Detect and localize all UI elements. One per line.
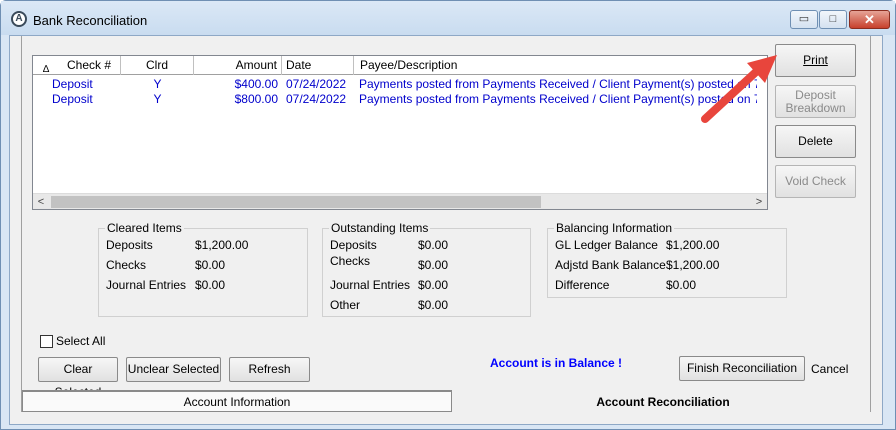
balance-status-text: Account is in Balance !	[490, 356, 623, 370]
title-bar: A Bank Reconciliation ▭ □ ✕	[1, 1, 895, 35]
row-cleared: Y	[153, 77, 162, 91]
deposit-breakdown-button[interactable]: Deposit Breakdown	[775, 85, 856, 118]
cleared-items-group: Cleared Items Deposits $1,200.00 Checks …	[98, 221, 308, 317]
table-row[interactable]: Deposit Y $800.00 07/24/2022 Payments po…	[33, 91, 767, 107]
window-title: Bank Reconciliation	[33, 13, 148, 28]
column-check-number-label: Check #	[67, 58, 112, 72]
outstanding-journal-entries-label: Journal Entries	[330, 278, 411, 292]
scroll-right-icon[interactable]: >	[751, 194, 767, 210]
print-button[interactable]: Print	[775, 44, 856, 77]
annotation-arrow	[701, 55, 777, 123]
transactions-list[interactable]: ∆ Check # Clrd Amount Date Payee/Descrip…	[32, 55, 768, 210]
column-check-number[interactable]: ∆ Check #	[33, 56, 121, 75]
cleared-checks-label: Checks	[106, 258, 147, 272]
outstanding-deposits-label: Deposits	[330, 238, 377, 252]
outstanding-other-label: Other	[330, 298, 361, 312]
delete-button-label: Delete	[798, 134, 833, 148]
column-cleared[interactable]: Clrd	[121, 56, 194, 75]
deposit-breakdown-label-1: Deposit	[795, 87, 836, 102]
table-row[interactable]: Deposit Y $400.00 07/24/2022 Payments po…	[33, 76, 767, 92]
deposit-breakdown-label-2: Breakdown	[785, 100, 846, 115]
cleared-journal-entries-label: Journal Entries	[106, 278, 187, 292]
minimize-button[interactable]: ▭	[790, 10, 818, 29]
cleared-items-title: Cleared Items	[105, 221, 184, 235]
difference-value: $0.00	[666, 278, 697, 292]
outstanding-checks-value: $0.00	[418, 258, 449, 272]
outstanding-deposits-value: $0.00	[418, 238, 449, 252]
finish-reconciliation-button[interactable]: Finish Reconciliation	[679, 356, 805, 381]
sort-ascending-icon: ∆	[43, 64, 50, 75]
void-check-button[interactable]: Void Check	[775, 165, 856, 198]
unclear-selected-button[interactable]: Unclear Selected	[126, 357, 221, 382]
scrollbar-thumb[interactable]	[51, 196, 541, 208]
column-amount[interactable]: Amount	[194, 56, 282, 75]
bank-reconciliation-window: A Bank Reconciliation ▭ □ ✕ ∆ Check # Cl…	[0, 0, 896, 430]
outstanding-other-value: $0.00	[418, 298, 449, 312]
cleared-checks-value: $0.00	[195, 258, 226, 272]
row-date: 07/24/2022	[286, 92, 347, 106]
gl-ledger-balance-value: $1,200.00	[666, 238, 720, 252]
tab-account-reconciliation[interactable]: Account Reconciliation	[452, 390, 874, 412]
refresh-button[interactable]: Refresh	[229, 357, 310, 382]
row-cleared: Y	[153, 92, 162, 106]
close-button[interactable]: ✕	[849, 10, 890, 29]
finish-reconciliation-label: Finish Reconciliation	[686, 361, 798, 375]
app-logo-icon: A	[11, 11, 27, 27]
adjusted-bank-balance-value: $1,200.00	[666, 258, 720, 272]
row-check: Deposit	[52, 92, 93, 106]
row-amount: $400.00	[234, 77, 278, 91]
clear-selected-button[interactable]: Clear Selected	[38, 357, 118, 399]
tab-account-information[interactable]: Account Information	[22, 390, 452, 412]
cleared-deposits-value: $1,200.00	[195, 238, 249, 252]
unclear-selected-label: Unclear Selected	[127, 362, 220, 376]
adjusted-bank-balance-label: Adjstd Bank Balance	[555, 258, 666, 272]
row-check: Deposit	[52, 77, 93, 91]
select-all-label[interactable]: Select All	[56, 334, 105, 348]
column-date[interactable]: Date	[282, 56, 354, 75]
difference-label: Difference	[555, 278, 610, 292]
maximize-button[interactable]: □	[819, 10, 847, 29]
cleared-deposits-label: Deposits	[106, 238, 153, 252]
horizontal-scrollbar[interactable]: < >	[33, 193, 767, 209]
refresh-label: Refresh	[248, 362, 291, 376]
row-date: 07/24/2022	[286, 77, 347, 91]
cleared-journal-entries-value: $0.00	[195, 278, 226, 292]
balancing-information-title: Balancing Information	[554, 221, 675, 235]
outstanding-items-title: Outstanding Items	[329, 221, 431, 235]
list-header: ∆ Check # Clrd Amount Date Payee/Descrip…	[33, 56, 767, 75]
void-check-button-label: Void Check	[785, 174, 846, 188]
outstanding-journal-entries-value: $0.00	[418, 278, 449, 292]
cancel-button[interactable]: Cancel	[811, 362, 848, 376]
outstanding-checks-label: Checks	[330, 254, 371, 268]
delete-button[interactable]: Delete	[775, 125, 856, 158]
balancing-information-group: Balancing Information GL Ledger Balance …	[547, 221, 787, 298]
gl-ledger-balance-label: GL Ledger Balance	[555, 238, 658, 252]
row-amount: $800.00	[234, 92, 278, 106]
print-button-label: Print	[803, 53, 828, 67]
outstanding-items-group: Outstanding Items Deposits $0.00 Checks …	[322, 221, 531, 317]
select-all-checkbox[interactable]	[40, 335, 53, 348]
scroll-left-icon[interactable]: <	[33, 194, 49, 210]
